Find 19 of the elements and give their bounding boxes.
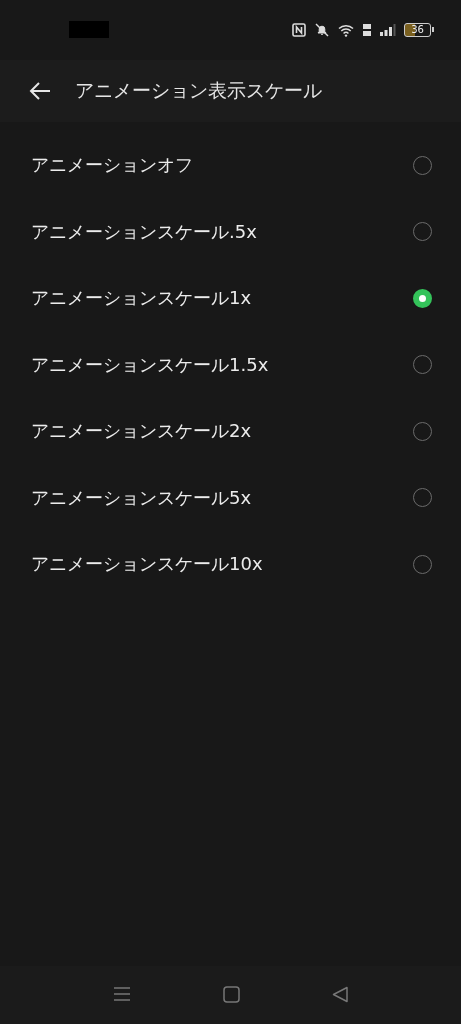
option-row[interactable]: アニメーションオフ	[0, 132, 461, 199]
option-row[interactable]: アニメーションスケール2x	[0, 398, 461, 465]
signal-icon	[380, 24, 396, 36]
page-title: アニメーション表示スケール	[75, 78, 322, 103]
redaction-block	[69, 20, 109, 38]
option-row[interactable]: アニメーションスケール1.5x	[0, 331, 461, 398]
option-row[interactable]: アニメーションスケール5x	[0, 464, 461, 531]
wifi-icon	[338, 23, 354, 37]
radio-button[interactable]	[413, 288, 432, 308]
option-row[interactable]: アニメーションスケール1x	[0, 265, 461, 332]
nfc-icon	[292, 23, 306, 37]
home-square-icon[interactable]	[222, 985, 240, 1003]
back-arrow-icon[interactable]	[29, 82, 51, 100]
menu-icon[interactable]	[112, 986, 131, 1002]
mute-bell-icon	[314, 23, 330, 37]
option-row[interactable]: アニメーションスケール.5x	[0, 198, 461, 265]
battery-level: 36	[411, 25, 424, 35]
option-row[interactable]: アニメーションスケール10x	[0, 531, 461, 598]
back-triangle-icon[interactable]	[331, 985, 349, 1003]
